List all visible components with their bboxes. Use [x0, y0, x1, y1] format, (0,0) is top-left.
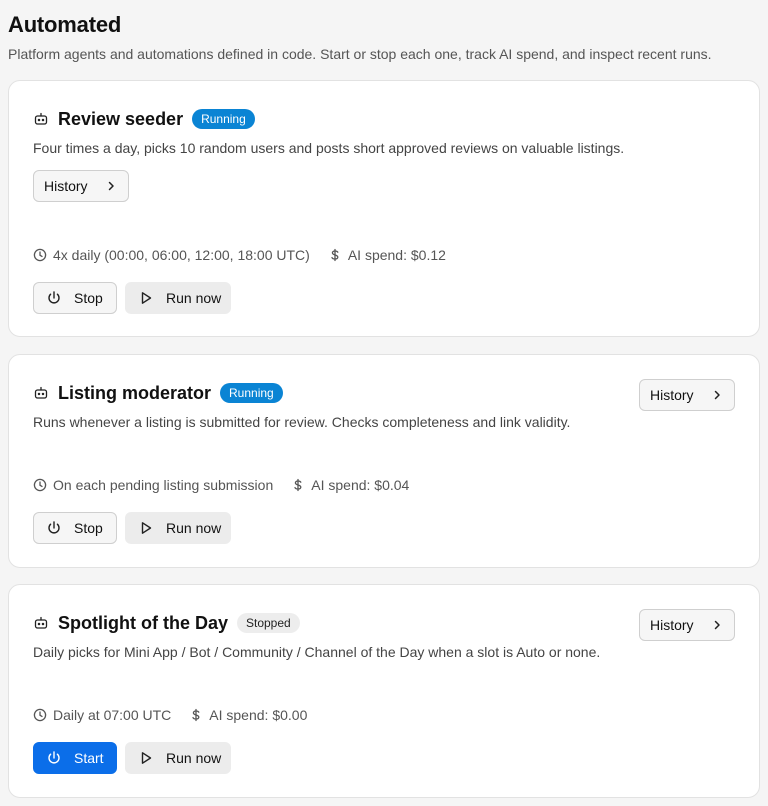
automation-meta: Daily at 07:00 UTC AI spend: $0.00	[33, 706, 307, 724]
start-button[interactable]: Start	[33, 742, 117, 774]
automation-card-listing-moderator: Listing moderator Running Runs whenever …	[8, 354, 760, 568]
card-header: Spotlight of the Day Stopped	[33, 611, 300, 635]
automation-name: Spotlight of the Day	[58, 613, 228, 633]
status-badge: Running	[192, 109, 255, 129]
automation-description: Runs whenever a listing is submitted for…	[33, 414, 571, 430]
stop-button[interactable]: Stop	[33, 282, 117, 314]
automation-card-review-seeder: Review seeder Running Four times a day, …	[8, 80, 760, 337]
dollar-icon	[189, 708, 203, 722]
history-label: History	[650, 387, 694, 403]
power-icon	[48, 751, 60, 764]
run-now-label: Run now	[166, 750, 222, 766]
status-badge: Running	[220, 383, 283, 403]
power-icon	[48, 521, 60, 534]
ai-spend-text: AI spend: $0.04	[311, 477, 410, 493]
stop-label: Stop	[74, 290, 103, 306]
chevron-right-icon	[714, 390, 720, 400]
clock-icon	[33, 248, 47, 262]
ai-spend-text: AI spend: $0.12	[347, 247, 446, 263]
ai-spend-text: AI spend: $0.00	[209, 707, 308, 723]
history-label: History	[650, 617, 694, 633]
card-header: Listing moderator Running	[33, 381, 283, 405]
dollar-icon	[291, 478, 305, 492]
run-now-label: Run now	[166, 520, 222, 536]
play-icon	[141, 752, 152, 764]
automation-name: Listing moderator	[58, 383, 212, 403]
bot-icon	[33, 385, 49, 401]
chevron-right-icon	[108, 181, 114, 191]
stop-label: Stop	[74, 520, 103, 536]
stop-button[interactable]: Stop	[33, 512, 117, 544]
dollar-icon	[328, 248, 342, 262]
history-button[interactable]: History	[639, 379, 735, 411]
play-icon	[141, 292, 152, 304]
automation-card-spotlight-of-the-day: Spotlight of the Day Stopped Daily picks…	[8, 584, 760, 798]
status-badge: Stopped	[237, 613, 300, 633]
bot-icon	[33, 615, 49, 631]
run-now-label: Run now	[166, 290, 222, 306]
schedule-text: Daily at 07:00 UTC	[53, 707, 172, 723]
page-title: Automated	[8, 12, 122, 37]
run-now-button[interactable]: Run now	[125, 512, 231, 544]
start-label: Start	[74, 750, 104, 766]
chevron-right-icon	[714, 620, 720, 630]
power-icon	[48, 291, 60, 304]
automation-meta: 4x daily (00:00, 06:00, 12:00, 18:00 UTC…	[33, 246, 446, 264]
automation-description: Four times a day, picks 10 random users …	[33, 140, 625, 156]
clock-icon	[33, 708, 47, 722]
page-subtitle: Platform agents and automations defined …	[8, 46, 712, 62]
history-button[interactable]: History	[33, 170, 129, 202]
history-label: History	[44, 178, 88, 194]
automation-description: Daily picks for Mini App / Bot / Communi…	[33, 644, 601, 660]
automation-name: Review seeder	[58, 109, 184, 129]
bot-icon	[33, 111, 49, 127]
play-icon	[141, 522, 152, 534]
schedule-text: 4x daily (00:00, 06:00, 12:00, 18:00 UTC…	[53, 247, 310, 263]
schedule-text: On each pending listing submission	[53, 477, 274, 493]
automation-meta: On each pending listing submission AI sp…	[33, 476, 409, 494]
history-button[interactable]: History	[639, 609, 735, 641]
card-header: Review seeder Running	[33, 107, 255, 131]
run-now-button[interactable]: Run now	[125, 282, 231, 314]
run-now-button[interactable]: Run now	[125, 742, 231, 774]
clock-icon	[33, 478, 47, 492]
